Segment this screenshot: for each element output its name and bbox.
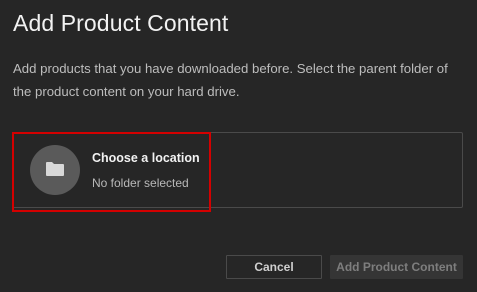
choose-location-label: Choose a location: [92, 151, 200, 165]
folder-icon: [46, 162, 64, 176]
add-product-content-button[interactable]: Add Product Content: [330, 255, 463, 279]
choose-location-button[interactable]: Choose a location No folder selected: [12, 132, 211, 212]
dialog-description: Add products that you have downloaded be…: [13, 61, 448, 99]
folder-status-text: No folder selected: [92, 176, 189, 190]
folder-icon-circle: [30, 145, 80, 195]
cancel-button[interactable]: Cancel: [226, 255, 322, 279]
dialog-title: Add Product Content: [13, 10, 229, 36]
